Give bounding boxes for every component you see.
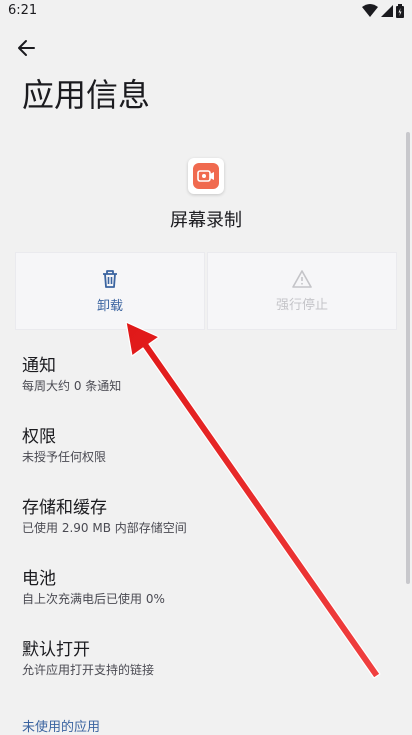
setting-title: 权限: [22, 427, 56, 447]
setting-storage[interactable]: 存储和缓存 已使用 2.90 MB 内部存储空间: [22, 496, 392, 567]
settings-list: 通知 每周大约 0 条通知 权限 未授予任何权限 存储和缓存 已使用 2.90 …: [22, 354, 392, 709]
app-icon: [188, 158, 224, 194]
wifi-icon: [362, 4, 378, 17]
screen-record-icon: [197, 170, 214, 182]
action-row: 卸载 强行停止: [15, 252, 397, 330]
force-stop-label: 强行停止: [275, 297, 328, 313]
status-bar: 6:21: [0, 0, 412, 24]
setting-summary: 已使用 2.90 MB 内部存储空间: [22, 521, 187, 535]
setting-title: 电池: [22, 569, 56, 589]
setting-permissions[interactable]: 权限 未授予任何权限: [22, 425, 392, 496]
uninstall-button[interactable]: 卸载: [15, 252, 205, 330]
setting-notifications[interactable]: 通知 每周大约 0 条通知: [22, 354, 392, 425]
page-title: 应用信息: [22, 76, 151, 114]
unused-apps-header: 未使用的应用: [22, 720, 101, 735]
scrollbar[interactable]: [406, 132, 410, 584]
setting-open-by-default[interactable]: 默认打开 允许应用打开支持的链接: [22, 638, 392, 709]
signal-icon: [381, 5, 393, 17]
status-icons: [362, 4, 404, 18]
uninstall-label: 卸载: [96, 298, 123, 314]
setting-summary: 自上次充满电后已使用 0%: [22, 592, 165, 606]
setting-title: 默认打开: [22, 640, 90, 660]
battery-icon: [396, 4, 404, 18]
back-button[interactable]: [12, 34, 40, 62]
force-stop-button[interactable]: 强行停止: [207, 252, 397, 330]
warning-icon: [292, 269, 312, 288]
setting-title: 通知: [22, 356, 56, 376]
setting-summary: 允许应用打开支持的链接: [22, 663, 155, 677]
app-name: 屏幕录制: [170, 210, 242, 231]
setting-battery[interactable]: 电池 自上次充满电后已使用 0%: [22, 567, 392, 638]
setting-summary: 未授予任何权限: [22, 450, 107, 464]
setting-title: 存储和缓存: [22, 498, 107, 518]
setting-summary: 每周大约 0 条通知: [22, 379, 122, 393]
trash-icon: [103, 269, 117, 288]
back-arrow-icon: [18, 40, 35, 56]
status-time: 6:21: [8, 3, 38, 18]
